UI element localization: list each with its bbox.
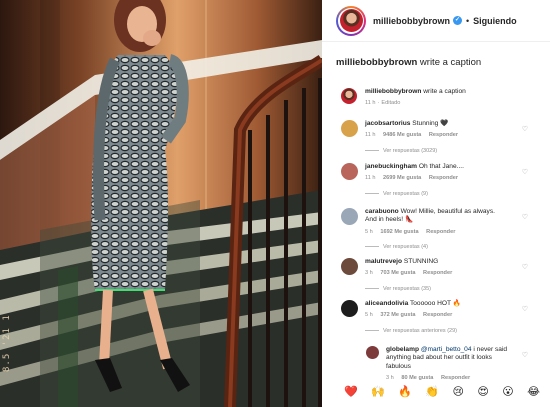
view-replies-link[interactable]: Ver respuestas (4) [365, 243, 505, 251]
reply-button[interactable]: Responder [441, 375, 470, 381]
reply-button[interactable]: Responder [423, 312, 452, 318]
raised-hands-emoji-button[interactable]: 🙌 [371, 386, 385, 398]
comment-time: 11 h [365, 132, 376, 139]
reply-button[interactable]: Responder [429, 132, 458, 138]
like-comment-heart-icon[interactable]: ♡ [522, 126, 528, 133]
reply-button[interactable]: Responder [429, 175, 458, 181]
comment-time: 3 h [365, 270, 373, 277]
crying-emoji-button[interactable]: 😢 [452, 386, 463, 398]
comment-username[interactable]: milliebobbybrown [365, 88, 421, 95]
comment-avatar[interactable] [366, 346, 379, 359]
comment-username[interactable]: aliceandolivia [365, 300, 408, 307]
comment-time: 3 h [386, 374, 394, 381]
comment-text: write a caption [423, 88, 466, 95]
quick-emoji-bar: ❤️ 🙌 🔥 👏 😢 😍 😮 😂 [344, 384, 540, 400]
comment-avatar[interactable] [341, 300, 358, 317]
view-replies-link[interactable]: Ver respuestas (9) [365, 190, 505, 198]
laughing-emoji-button[interactable]: 😂 [527, 386, 540, 398]
comment-time: 5 h [365, 312, 373, 319]
surprised-emoji-button[interactable]: 😮 [502, 386, 513, 398]
comment-avatar[interactable] [341, 120, 358, 137]
comment-username[interactable]: jacobsartorius [365, 120, 410, 127]
fire-emoji-button[interactable]: 🔥 [398, 386, 412, 398]
header-separator: • [466, 15, 470, 26]
post-header: milliebobbybrown ✓ • Siguiendo [322, 0, 550, 42]
comment-avatar[interactable] [341, 258, 358, 275]
caption-text: write a caption [419, 57, 482, 68]
comment-username[interactable]: malutrevejo [365, 258, 402, 265]
clap-emoji-button[interactable]: 👏 [425, 386, 439, 398]
like-comment-heart-icon[interactable]: ♡ [522, 264, 528, 271]
comment-likes[interactable]: 2699 Me gusta [383, 175, 421, 181]
like-comment-heart-icon[interactable]: ♡ [522, 306, 528, 313]
comment-likes[interactable]: 9486 Me gusta [383, 132, 421, 138]
heart-emoji-button[interactable]: ❤️ [344, 386, 358, 398]
comment-time: 11 h [365, 175, 376, 182]
comment-text: Toooooo HOT 🔥 [409, 300, 461, 307]
comment-edited: Editado [381, 100, 401, 107]
comment-likes[interactable]: 80 Me gusta [401, 375, 433, 381]
photo-illustration [0, 0, 322, 407]
comment-username[interactable]: carabuono [365, 208, 399, 215]
reply-button[interactable]: Responder [426, 229, 455, 235]
view-replies-link[interactable]: Ver respuestas (3029) [365, 147, 505, 155]
view-previous-replies-link[interactable]: Ver respuestas anteriores (29) [365, 327, 505, 335]
comment-time: 5 h [365, 228, 373, 235]
reply-button[interactable]: Responder [423, 270, 452, 276]
comment-avatar[interactable] [341, 163, 358, 180]
comment-avatar[interactable] [341, 88, 357, 104]
comment-avatar[interactable] [341, 208, 358, 225]
verified-badge-icon: ✓ [453, 16, 463, 25]
comment-likes[interactable]: 372 Me gusta [380, 312, 415, 318]
comment-text: Stunning 🖤 [412, 120, 449, 127]
post-side-panel: milliebobbybrown ✓ • Siguiendo milliebob… [322, 0, 550, 407]
photo-date-stamp: 8.5 '21 1 [2, 314, 12, 372]
like-comment-heart-icon[interactable]: ♡ [522, 214, 528, 221]
post-photo[interactable]: 8.5 '21 1 [0, 0, 322, 407]
comment-text: Oh that Jane.... [418, 163, 464, 170]
view-replies-link[interactable]: Ver respuestas (35) [365, 285, 505, 293]
author-avatar[interactable] [336, 5, 366, 36]
avatar-image [339, 9, 363, 32]
comment-time: 11 h [365, 100, 376, 107]
caption-username[interactable]: milliebobbybrown [336, 57, 417, 68]
comment-likes[interactable]: 703 Me gusta [380, 270, 415, 276]
like-comment-heart-icon[interactable]: ♡ [522, 169, 528, 176]
like-comment-heart-icon[interactable]: ♡ [522, 352, 528, 359]
comment-text: STUNNING [403, 258, 439, 265]
heart-eyes-emoji-button[interactable]: 😍 [477, 386, 488, 398]
post-caption: milliebobbybrown write a caption [336, 57, 481, 68]
following-button[interactable]: Siguiendo [473, 16, 517, 26]
comment-username[interactable]: globelamp [386, 346, 419, 353]
comment-likes[interactable]: 1692 Me gusta [380, 229, 418, 235]
comment-mention[interactable]: @marti_betto_04 [421, 346, 472, 353]
author-username[interactable]: milliebobbybrown [373, 16, 450, 26]
comment-username[interactable]: janebuckingham [365, 163, 417, 170]
